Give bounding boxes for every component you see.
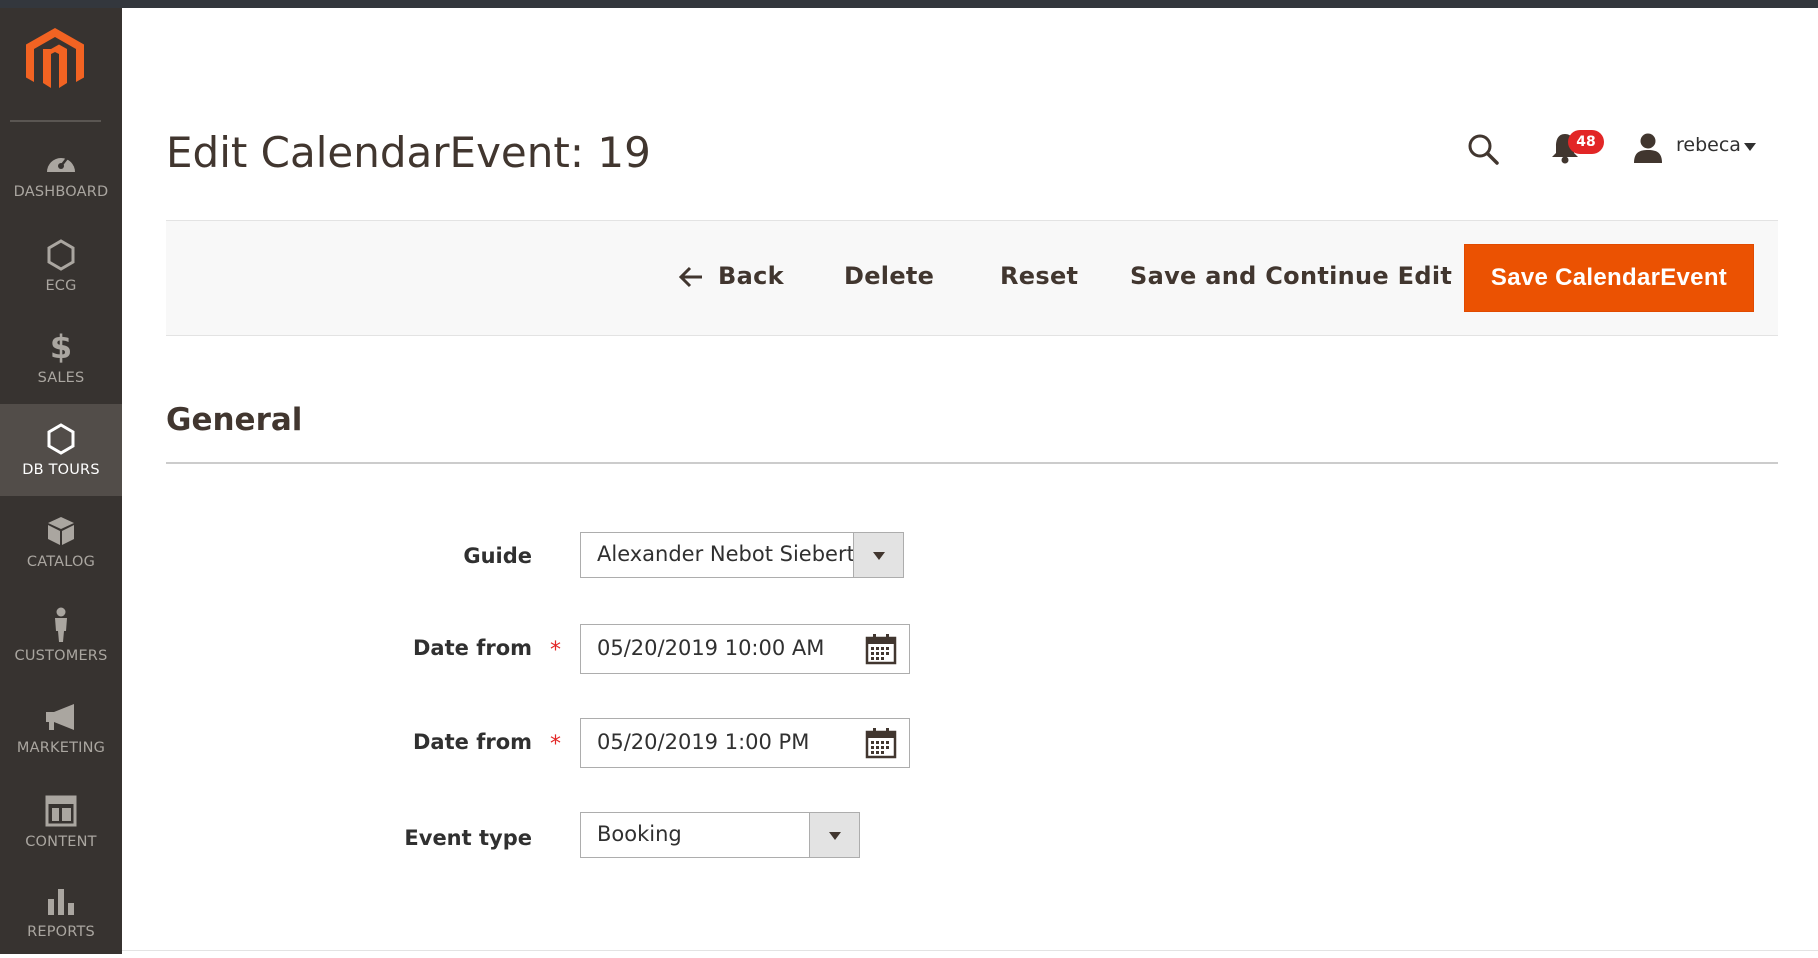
required-asterisk: *	[550, 732, 561, 757]
nav-label: DB TOURS	[22, 462, 100, 478]
nav-label: CUSTOMERS	[14, 648, 108, 664]
nav-db-tours[interactable]: DB TOURS	[0, 404, 122, 496]
event-type-select-value: Booking	[597, 822, 682, 846]
nav-label: ECG	[45, 278, 77, 294]
nav-label: DASHBOARD	[13, 184, 109, 200]
nav-content[interactable]: CONTENT	[0, 776, 122, 868]
date-from-label: Date from	[413, 730, 532, 754]
back-button[interactable]: Back	[718, 262, 784, 290]
hexagon-icon	[44, 422, 78, 456]
event-type-label: Event type	[404, 826, 532, 850]
logo-divider	[10, 120, 101, 122]
hexagon-icon	[44, 238, 78, 272]
nav-customers[interactable]: CUSTOMERS	[0, 590, 122, 682]
date-from-value: 05/20/2019 1:00 PM	[597, 730, 810, 754]
person-icon	[44, 607, 78, 642]
magento-logo-icon[interactable]	[26, 28, 84, 94]
chevron-down-icon[interactable]	[853, 533, 903, 577]
delete-button[interactable]: Delete	[844, 262, 934, 290]
dashboard-icon	[44, 144, 78, 178]
megaphone-icon	[44, 700, 78, 734]
section-divider	[166, 462, 1778, 464]
arrow-left-icon[interactable]	[678, 266, 704, 288]
nav-marketing[interactable]: MARKETING	[0, 682, 122, 774]
date-from-label: Date from	[413, 636, 532, 660]
nav-label: MARKETING	[16, 740, 106, 756]
nav-dashboard[interactable]: DASHBOARD	[0, 126, 122, 218]
event-type-select[interactable]: Booking	[580, 812, 860, 858]
guide-select-value: Alexander Nebot Siebert	[597, 542, 855, 566]
nav-label: CONTENT	[25, 834, 97, 850]
guide-label: Guide	[463, 544, 532, 568]
calendar-icon[interactable]	[865, 633, 897, 665]
date-from-input[interactable]: 05/20/2019 10:00 AM	[580, 624, 910, 674]
user-icon	[1634, 133, 1662, 163]
nav-label: CATALOG	[26, 554, 96, 570]
nav-reports[interactable]: REPORTS	[0, 866, 122, 958]
box-icon	[44, 514, 78, 548]
chevron-down-icon[interactable]	[809, 813, 859, 857]
date-to-input[interactable]: 05/20/2019 1:00 PM	[580, 718, 910, 768]
guide-select[interactable]: Alexander Nebot Siebert	[580, 532, 904, 578]
nav-sales[interactable]: $ SALES	[0, 312, 122, 404]
page-title: Edit CalendarEvent: 19	[166, 128, 651, 177]
save-and-continue-button[interactable]: Save and Continue Edit	[1130, 262, 1452, 290]
notifications-badge[interactable]: 48	[1568, 130, 1604, 154]
required-asterisk: *	[550, 638, 561, 663]
save-calendar-event-button[interactable]: Save CalendarEvent	[1464, 244, 1754, 312]
chevron-down-icon	[1744, 143, 1756, 151]
user-name: rebeca	[1676, 134, 1741, 156]
calendar-icon[interactable]	[865, 727, 897, 759]
nav-label: REPORTS	[27, 924, 95, 940]
date-from-value: 05/20/2019 10:00 AM	[597, 636, 825, 660]
dollar-icon: $	[49, 328, 73, 366]
reset-button[interactable]: Reset	[1000, 262, 1078, 290]
nav-ecg[interactable]: ECG	[0, 220, 122, 312]
search-icon[interactable]	[1466, 132, 1500, 166]
footer-divider	[122, 950, 1818, 951]
nav-catalog[interactable]: CATALOG	[0, 496, 122, 588]
layout-icon	[44, 794, 78, 828]
window-top-bar	[0, 0, 1818, 8]
section-title-general: General	[166, 402, 303, 438]
bar-chart-icon	[44, 884, 78, 918]
nav-label: SALES	[37, 370, 85, 386]
